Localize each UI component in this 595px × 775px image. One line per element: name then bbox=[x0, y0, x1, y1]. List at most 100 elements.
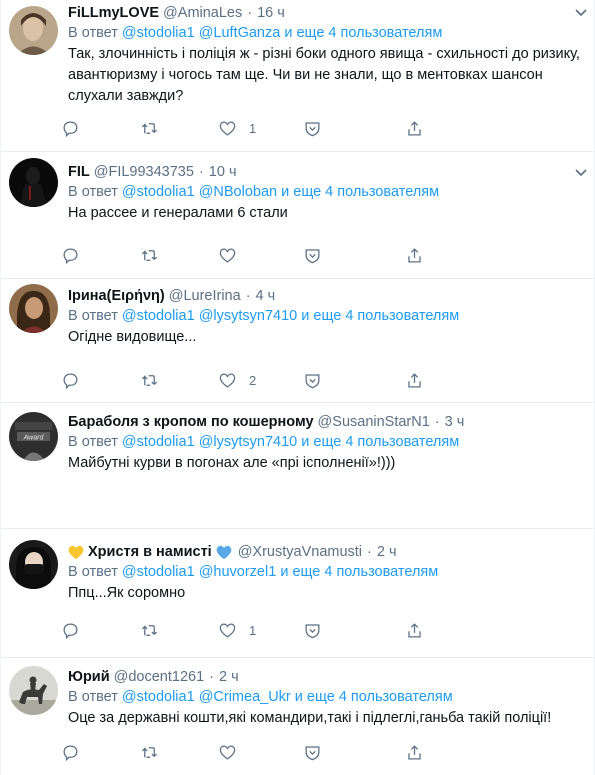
tweet[interactable]: Ірина(Ειρήνη) @LureIrina · 4 ч В ответ @… bbox=[1, 279, 594, 403]
reactions-button[interactable] bbox=[303, 369, 322, 391]
others-link[interactable]: и еще 4 пользователям bbox=[284, 25, 442, 41]
others-link[interactable]: и еще 4 пользователям bbox=[295, 689, 453, 705]
retweet-icon bbox=[141, 249, 158, 261]
share-icon bbox=[408, 120, 421, 135]
user-handle[interactable]: @FIL99343735 bbox=[94, 164, 194, 180]
reply-icon bbox=[63, 248, 78, 264]
reply-context: В ответ @stodolia1 @lysytsyn7410 и еще 4… bbox=[68, 432, 584, 453]
share-icon bbox=[408, 372, 421, 387]
share-button[interactable] bbox=[405, 369, 424, 391]
tweet-header: FiLLmyLOVE @AminaLes · 16 ч bbox=[68, 3, 584, 23]
tweet-time[interactable]: 16 ч bbox=[257, 5, 285, 21]
reply-context: В ответ @stodolia1 @lysytsyn7410 и еще 4… bbox=[68, 306, 584, 327]
mention-link[interactable]: @stodolia1 bbox=[122, 25, 195, 41]
separator-dot: · bbox=[198, 164, 204, 180]
user-handle[interactable]: @SusaninStarN1 bbox=[318, 414, 430, 430]
tweet-time[interactable]: 3 ч bbox=[445, 414, 465, 430]
reply-prefix: В ответ bbox=[68, 689, 118, 705]
retweet-button[interactable] bbox=[140, 741, 159, 763]
tweet-time[interactable]: 2 ч bbox=[219, 669, 239, 685]
reply-prefix: В ответ bbox=[68, 434, 118, 450]
mention-link[interactable]: @lysytsyn7410 bbox=[199, 308, 298, 324]
share-button[interactable] bbox=[405, 741, 424, 763]
heart-icon bbox=[219, 745, 236, 760]
chevron-down-icon[interactable] bbox=[572, 4, 590, 22]
user-handle[interactable]: @XrustyaVnamusti bbox=[238, 544, 362, 560]
like-count: 1 bbox=[249, 622, 257, 638]
others-link[interactable]: и еще 4 пользователям bbox=[301, 308, 459, 324]
separator-dot: · bbox=[245, 288, 251, 304]
reply-button[interactable] bbox=[61, 117, 80, 139]
mention-link[interactable]: @huvorzel1 bbox=[199, 564, 277, 580]
share-button[interactable] bbox=[405, 244, 424, 266]
dark-figure-avatar-icon bbox=[9, 158, 58, 207]
avatar[interactable] bbox=[9, 540, 58, 589]
tweet[interactable]: Юрий @docent1261 · 2 ч В ответ @stodolia… bbox=[1, 658, 594, 775]
reply-button[interactable] bbox=[61, 619, 80, 641]
tweet-header: FIL @FIL99343735 · 10 ч bbox=[68, 162, 584, 182]
avatar[interactable]: Award bbox=[9, 412, 58, 461]
retweet-button[interactable] bbox=[140, 619, 159, 641]
tweet[interactable]: Христя в намисті @XrustyaVnamusti · 2 ч … bbox=[1, 529, 594, 658]
avatar[interactable] bbox=[9, 158, 58, 207]
tweet[interactable]: FiLLmyLOVE @AminaLes · 16 ч В ответ @sto… bbox=[1, 0, 594, 152]
mention-link[interactable]: @stodolia1 bbox=[122, 564, 195, 580]
user-handle[interactable]: @LureIrina bbox=[169, 288, 241, 304]
yellow-heart-icon bbox=[68, 545, 84, 559]
tweet[interactable]: FIL @FIL99343735 · 10 ч В ответ @stodoli… bbox=[1, 152, 594, 279]
mention-link[interactable]: @LuftGanza bbox=[199, 25, 281, 41]
reply-button[interactable] bbox=[61, 369, 80, 391]
reactions-button[interactable] bbox=[303, 619, 322, 641]
reactions-button[interactable] bbox=[303, 741, 322, 763]
retweet-icon bbox=[141, 122, 158, 134]
tweet-text: На рассее и генералами 6 стали bbox=[68, 205, 288, 221]
like-button[interactable] bbox=[218, 244, 249, 266]
tweet-time[interactable]: 2 ч bbox=[377, 544, 397, 560]
mention-link[interactable]: @Crimea_Ukr bbox=[199, 689, 291, 705]
mention-link[interactable]: @stodolia1 bbox=[122, 184, 195, 200]
like-button[interactable]: 2 bbox=[218, 369, 256, 391]
chevron-down-icon[interactable] bbox=[572, 164, 590, 182]
reply-prefix: В ответ bbox=[68, 25, 118, 41]
display-name[interactable]: FiLLmyLOVE bbox=[68, 5, 159, 21]
retweet-button[interactable] bbox=[140, 244, 159, 266]
display-name[interactable]: Христя в намисті bbox=[88, 544, 212, 560]
like-button[interactable] bbox=[218, 741, 249, 763]
user-handle[interactable]: @docent1261 bbox=[114, 669, 205, 685]
others-link[interactable]: и еще 4 пользователям bbox=[281, 184, 439, 200]
like-button[interactable]: 1 bbox=[218, 117, 256, 139]
tweet-time[interactable]: 10 ч bbox=[209, 164, 237, 180]
reply-button[interactable] bbox=[61, 741, 80, 763]
mention-link[interactable]: @stodolia1 bbox=[122, 689, 195, 705]
tweet-time[interactable]: 4 ч bbox=[256, 288, 276, 304]
share-button[interactable] bbox=[405, 117, 424, 139]
mention-link[interactable]: @lysytsyn7410 bbox=[199, 434, 298, 450]
avatar[interactable] bbox=[9, 6, 58, 55]
user-handle[interactable]: @AminaLes bbox=[163, 5, 242, 21]
share-icon bbox=[408, 744, 421, 759]
reply-button[interactable] bbox=[61, 244, 80, 266]
display-name[interactable]: FIL bbox=[68, 164, 90, 180]
display-name[interactable]: Ірина(Ειρήνη) bbox=[68, 288, 165, 304]
display-name[interactable]: Юрий bbox=[68, 669, 110, 685]
reply-icon bbox=[63, 623, 78, 639]
svg-text:Award: Award bbox=[23, 435, 45, 442]
tweet[interactable]: Award Бараболя з кропом по кошерному @Su… bbox=[1, 403, 594, 529]
mention-link[interactable]: @stodolia1 bbox=[122, 308, 195, 324]
tweet-header: Христя в намисті @XrustyaVnamusti · 2 ч bbox=[68, 542, 584, 562]
mention-link[interactable]: @stodolia1 bbox=[122, 434, 195, 450]
others-link[interactable]: и еще 4 пользователям bbox=[280, 564, 438, 580]
display-name[interactable]: Бараболя з кропом по кошерному bbox=[68, 414, 314, 430]
shield-icon bbox=[305, 373, 320, 388]
retweet-button[interactable] bbox=[140, 117, 159, 139]
mention-link[interactable]: @NBoloban bbox=[199, 184, 277, 200]
separator-dot: · bbox=[209, 669, 214, 685]
like-button[interactable]: 1 bbox=[218, 619, 256, 641]
share-button[interactable] bbox=[405, 619, 424, 641]
retweet-button[interactable] bbox=[140, 369, 159, 391]
avatar[interactable] bbox=[9, 284, 58, 333]
avatar[interactable] bbox=[9, 666, 58, 715]
reactions-button[interactable] bbox=[303, 244, 322, 266]
others-link[interactable]: и еще 4 пользователям bbox=[301, 434, 459, 450]
reactions-button[interactable] bbox=[303, 117, 322, 139]
